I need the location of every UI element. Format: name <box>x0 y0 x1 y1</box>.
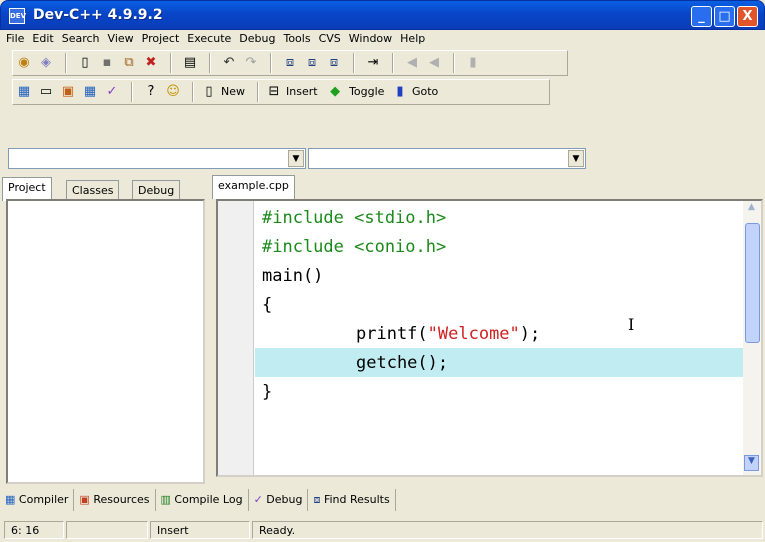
replace-icon[interactable]: ⧈ <box>302 53 322 73</box>
undo-icon[interactable]: ↶ <box>219 53 239 73</box>
save-all-icon[interactable]: ⧉ <box>119 53 139 73</box>
open-project-icon[interactable]: ◉ <box>14 53 34 73</box>
menu-file[interactable]: File <box>2 30 28 47</box>
menu-cvs[interactable]: CVS <box>315 30 345 47</box>
project-tree[interactable] <box>6 199 205 484</box>
find-icon: ⧈ <box>313 493 321 506</box>
run-icon[interactable]: ▭ <box>36 82 56 102</box>
save-icon[interactable]: ▪ <box>97 53 117 73</box>
code-printf: printf( <box>356 324 428 344</box>
resources-icon: ▣ <box>79 493 90 506</box>
insert-button[interactable]: Insert <box>286 82 318 102</box>
menu-window[interactable]: Window <box>345 30 396 47</box>
chevron-down-icon[interactable]: ▼ <box>568 150 584 167</box>
compiler-icon: ▦ <box>5 493 16 506</box>
maximize-button[interactable]: □ <box>714 6 735 27</box>
menu-view[interactable]: View <box>104 30 138 47</box>
bookmark-icon[interactable]: ▮ <box>463 53 483 73</box>
code-line-7: } <box>262 382 273 402</box>
code-line-4: { <box>262 295 273 315</box>
help-icon[interactable]: ? <box>141 82 161 102</box>
goto-line-icon[interactable]: ⇥ <box>363 53 383 73</box>
menu-project[interactable]: Project <box>138 30 184 47</box>
chevron-down-icon[interactable]: ▼ <box>288 150 304 167</box>
bottom-tabs: ▦ Compiler ▣ Resources ▥ Compile Log ✓ Debu… <box>0 489 765 513</box>
menu-debug[interactable]: Debug <box>235 30 279 47</box>
find-icon[interactable]: ⧈ <box>280 53 300 73</box>
title-bar: DEV Dev-C++ 4.9.9.2 _ □ X <box>0 0 765 30</box>
scroll-down-icon[interactable]: ▼ <box>744 455 759 471</box>
check-syntax-icon[interactable]: ✓ <box>102 82 122 102</box>
main-toolbar: ◉ ◈ ▯ ▪ ⧉ ✖ ▤ ↶ ↷ ⧈ ⧈ ⧈ ⇥ ◀ ◀ ▮ <box>12 50 568 76</box>
indent-icon[interactable]: ◀ <box>424 53 444 73</box>
new-class-icon: ▯ <box>205 84 213 99</box>
compile-icon[interactable]: ▦ <box>14 82 34 102</box>
class-combo[interactable]: ▼ <box>8 148 306 169</box>
goto-button[interactable]: Goto <box>412 82 438 102</box>
project-options-icon[interactable]: ◈ <box>36 53 56 73</box>
insert-icon: ⊟ <box>268 84 280 99</box>
tab-find-results[interactable]: ⧈ Find Results <box>308 489 396 511</box>
minimize-button[interactable]: _ <box>691 6 712 27</box>
tab-example-cpp[interactable]: example.cpp <box>212 175 295 199</box>
current-line-highlight <box>255 348 743 377</box>
member-combo[interactable]: ▼ <box>308 148 586 169</box>
tab-classes[interactable]: Classes <box>66 180 120 201</box>
close-file-icon[interactable]: ✖ <box>141 53 161 73</box>
code-line-3: main() <box>262 266 324 286</box>
tab-debug-bottom[interactable]: ✓ Debug <box>249 489 309 511</box>
menu-tools[interactable]: Tools <box>279 30 314 47</box>
menu-edit[interactable]: Edit <box>28 30 57 47</box>
unindent-icon[interactable]: ◀ <box>402 53 422 73</box>
compile-run-icon[interactable]: ▣ <box>58 82 78 102</box>
status-message: Ready. <box>252 521 763 539</box>
new-file-icon[interactable]: ▯ <box>75 53 95 73</box>
code-string: "Welcome" <box>427 324 520 344</box>
menu-search[interactable]: Search <box>58 30 104 47</box>
status-bar: 6: 16 Insert Ready. <box>0 516 765 542</box>
print-icon[interactable]: ▤ <box>180 53 200 73</box>
menu-bar: File Edit Search View Project Execute Debug Too… <box>2 30 763 48</box>
redo-icon[interactable]: ↷ <box>241 53 261 73</box>
scrollbar-thumb[interactable] <box>745 223 760 343</box>
code-close: ); <box>519 324 541 344</box>
code-editor[interactable]: #include <stdio.h> #include <conio.h> ma… <box>216 199 763 477</box>
ibeam-cursor-icon: I <box>628 315 635 334</box>
goto-icon: ▮ <box>396 84 404 99</box>
tab-debug[interactable]: Debug <box>132 180 181 201</box>
scroll-up-icon[interactable]: ▲ <box>744 202 759 218</box>
new-button[interactable]: New <box>221 82 245 102</box>
window-title: Dev-C++ 4.9.9.2 <box>33 7 163 23</box>
app-icon: DEV <box>9 8 26 24</box>
check-icon: ✓ <box>253 493 263 506</box>
find-next-icon[interactable]: ⧈ <box>324 53 344 73</box>
code-line-5: printf("Welcome"); <box>356 320 540 349</box>
tab-compile-log[interactable]: ▥ Compile Log <box>156 489 249 511</box>
menu-execute[interactable]: Execute <box>183 30 235 47</box>
cursor-position: 6: 16 <box>4 521 64 539</box>
editor-gutter <box>218 201 254 475</box>
toggle-icon: ◆ <box>330 84 341 99</box>
code-line-1: #include <stdio.h> <box>262 208 447 228</box>
code-line-2: #include <conio.h> <box>262 237 447 257</box>
tab-compiler[interactable]: ▦ Compiler <box>0 489 75 511</box>
menu-help[interactable]: Help <box>396 30 429 47</box>
tab-resources[interactable]: ▣ Resources <box>74 489 156 511</box>
code-line-6: getche(); <box>356 353 449 373</box>
rebuild-icon[interactable]: ▦ <box>80 82 100 102</box>
compile-toolbar: ▦ ▭ ▣ ▦ ✓ ? ☺ ▯ New ⊟ Insert ◆ Toggle ▮ Goto <box>12 79 550 105</box>
about-icon[interactable]: ☺ <box>163 82 183 102</box>
toggle-button[interactable]: Toggle <box>349 82 384 102</box>
chart-icon: ▥ <box>160 493 171 506</box>
edit-mode: Insert <box>150 521 250 539</box>
tab-project[interactable]: Project <box>2 177 52 201</box>
close-button[interactable]: X <box>737 6 758 27</box>
status-empty <box>66 521 148 539</box>
